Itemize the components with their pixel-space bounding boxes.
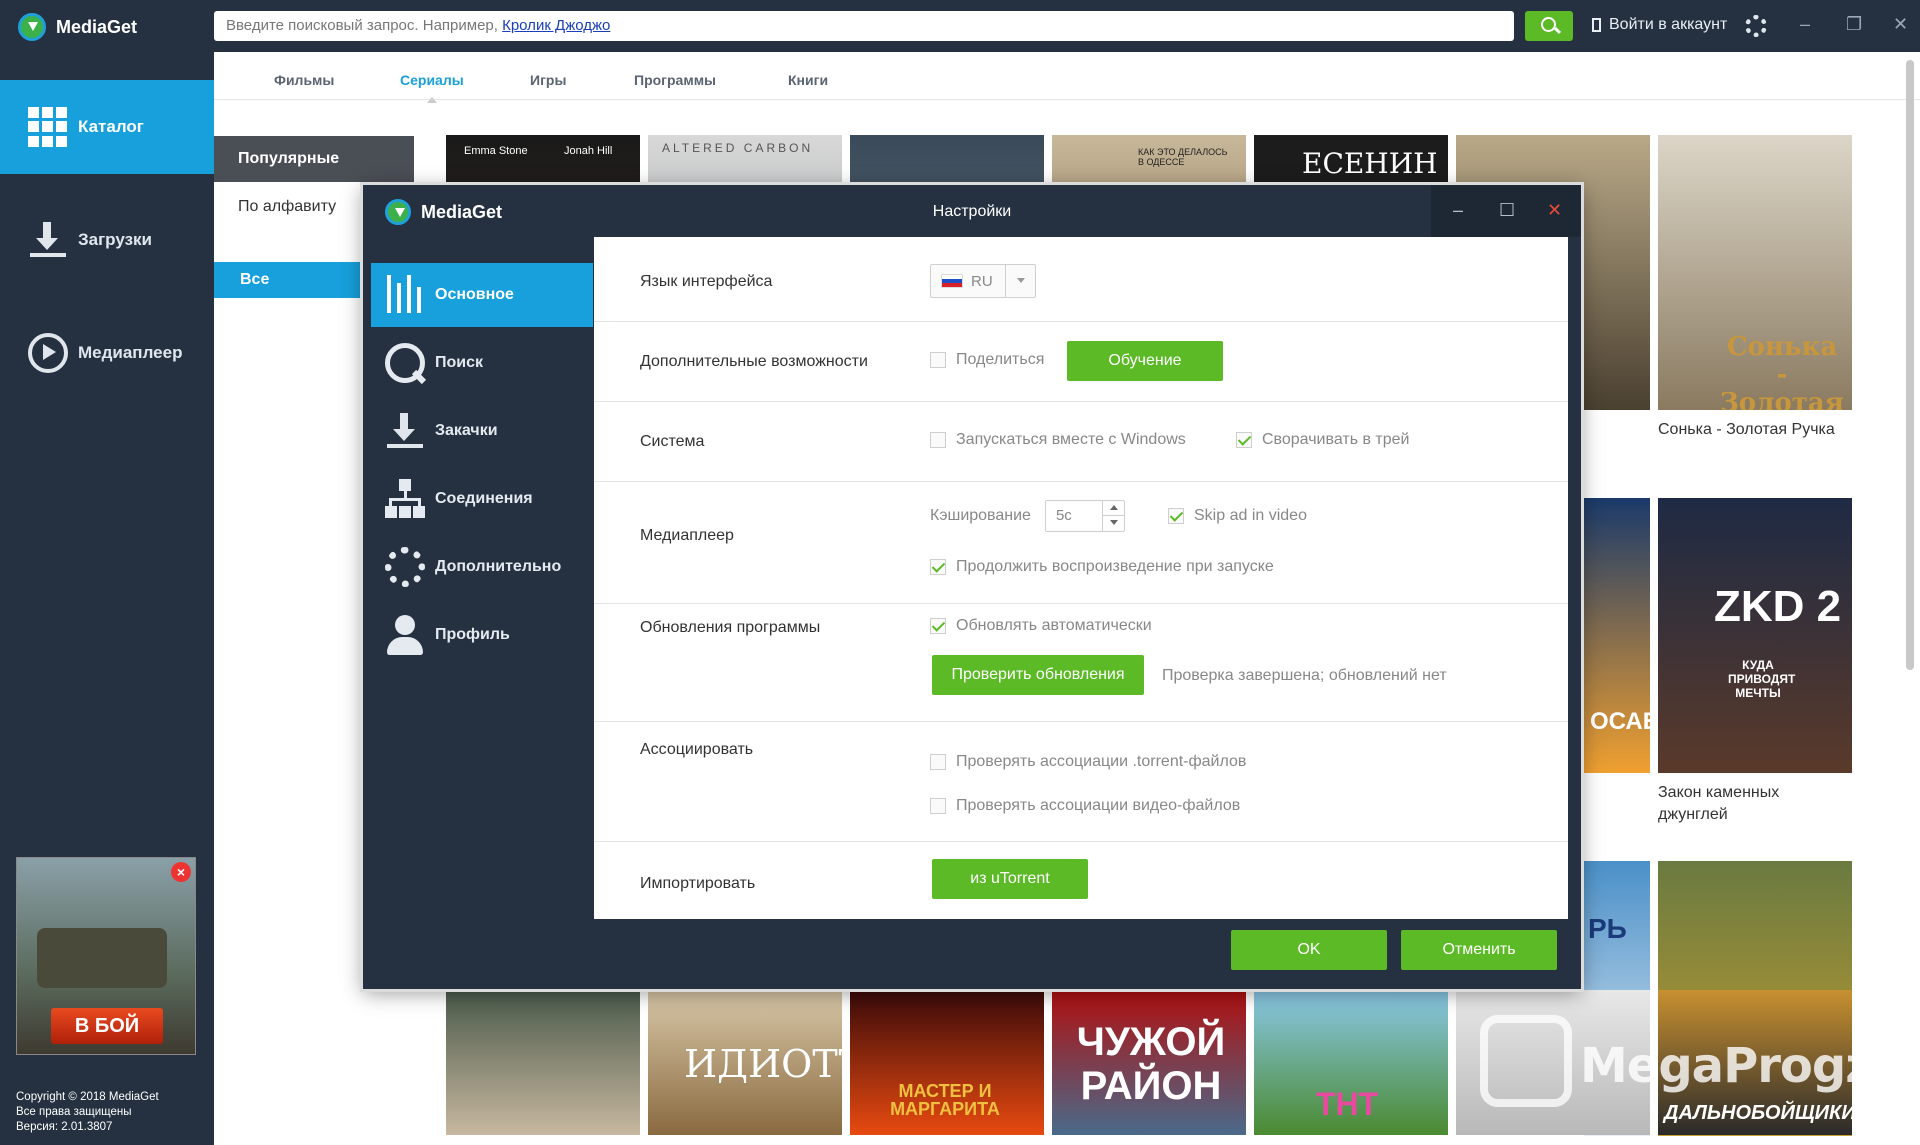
search-button[interactable]	[1525, 11, 1573, 41]
login-button[interactable]: Войти в аккаунт	[1592, 16, 1727, 34]
settings-nav-advanced[interactable]: Дополнительно	[371, 535, 593, 599]
extra-features-label: Дополнительные возможности	[640, 353, 868, 370]
caching-control: Кэширование 5с	[930, 500, 1125, 532]
copyright-text: Copyright © 2018 MediaGet Все права защи…	[16, 1091, 159, 1133]
close-icon[interactable]: ×	[171, 862, 191, 882]
play-icon	[28, 333, 68, 373]
user-icon	[385, 615, 425, 655]
settings-nav-general[interactable]: Основное	[371, 263, 593, 327]
sidebar-item-mediaplayer[interactable]: Медиаплеер	[0, 306, 214, 400]
settings-nav-search[interactable]: Поиск	[371, 331, 593, 395]
scrollbar[interactable]	[1906, 60, 1914, 670]
category-tabs: Фильмы Сериалы Игры Программы Книги	[214, 52, 1920, 103]
mediaplayer-label: Медиаплеер	[640, 527, 734, 544]
skip-ad-checkbox[interactable]: Skip ad in video	[1168, 507, 1307, 525]
app-name: MediaGet	[56, 16, 138, 37]
settings-nav-downloads[interactable]: Закачки	[371, 399, 593, 463]
auto-update-checkbox[interactable]: Обновлять автоматически	[930, 617, 1152, 635]
sidebar: MediaGet Каталог Загрузки Медиаплеер × В…	[0, 0, 214, 1145]
stepper-down-icon[interactable]	[1101, 516, 1124, 531]
search-input[interactable]: Введите поисковый запрос. Например, Крол…	[214, 11, 1514, 41]
associate-label: Ассоциировать	[640, 741, 754, 758]
search-icon	[385, 343, 425, 383]
check-updates-button[interactable]: Проверить обновления	[932, 655, 1144, 695]
poster-item[interactable]	[446, 990, 640, 1135]
poster-caption[interactable]: Закон каменных джунглей	[1658, 782, 1779, 826]
autostart-checkbox[interactable]: Запускаться вместе с Windows	[930, 431, 1186, 449]
assoc-video-checkbox[interactable]: Проверять ассоциации видео-файлов	[930, 797, 1240, 815]
language-select[interactable]: RU	[930, 264, 1036, 298]
russia-flag-icon	[941, 274, 963, 288]
language-label: Язык интерфейса	[640, 273, 773, 290]
poster-item[interactable]: ZKD 2 КУДА ПРИВОДЯТ МЕЧТЫ	[1658, 498, 1852, 773]
assoc-torrent-checkbox[interactable]: Проверять ассоциации .torrent-файлов	[930, 753, 1246, 771]
settings-panel: Язык интерфейса RU Дополнительные возмож…	[594, 237, 1568, 919]
poster-item[interactable]: ЧУЖОЙ РАЙОН	[1052, 990, 1246, 1135]
close-window-icon[interactable]: ✕	[1893, 14, 1908, 35]
ad-play-button[interactable]: В БОЙ	[51, 1008, 163, 1044]
poster-item[interactable]: ОСАЕ	[1584, 498, 1650, 773]
settings-nav-profile[interactable]: Профиль	[371, 603, 593, 667]
settings-dialog: MediaGet Настройки ‒ ☐ ✕ Основное Поиск …	[363, 185, 1581, 989]
minimize-to-tray-checkbox[interactable]: Сворачивать в трей	[1236, 431, 1409, 449]
network-icon	[385, 479, 425, 519]
chevron-down-icon	[1005, 265, 1035, 297]
resume-playback-checkbox[interactable]: Продолжить воспроизведение при запуске	[930, 558, 1274, 576]
equalizer-icon	[385, 275, 425, 315]
tank-image	[37, 928, 167, 988]
cancel-button[interactable]: Отменить	[1401, 930, 1557, 970]
ad-banner[interactable]: × В БОЙ	[16, 857, 196, 1055]
minimize-icon[interactable]: ‒	[1800, 14, 1810, 35]
download-icon	[28, 220, 68, 260]
settings-nav-connections[interactable]: Соединения	[371, 467, 593, 531]
tab-programs[interactable]: Программы	[634, 72, 716, 88]
sidebar-item-label: Каталог	[78, 117, 144, 136]
gear-icon	[385, 547, 425, 587]
import-label: Импортировать	[640, 875, 756, 892]
submenu-alphabetical[interactable]: По алфавиту	[238, 198, 336, 216]
poster-item[interactable]: ТНТ	[1254, 990, 1448, 1135]
gear-icon[interactable]	[1745, 15, 1767, 37]
grid-icon	[28, 107, 68, 147]
submenu-all[interactable]: Все	[214, 262, 364, 298]
mediaget-logo-icon	[18, 13, 46, 41]
app-logo[interactable]: MediaGet	[18, 12, 137, 42]
search-example-link[interactable]: Кролик Джоджо	[502, 17, 610, 34]
update-status: Проверка завершена; обновлений нет	[1162, 667, 1447, 684]
share-checkbox[interactable]: Поделиться	[930, 351, 1044, 369]
ok-button[interactable]: OK	[1231, 930, 1387, 970]
restore-icon[interactable]: ❐	[1846, 14, 1862, 35]
poster-item[interactable]: Сонька - Золотая Ручка	[1658, 135, 1852, 410]
import-utorrent-button[interactable]: из uTorrent	[932, 859, 1088, 899]
updates-label: Обновления программы	[640, 619, 821, 636]
poster-item[interactable]: МАСТЕР И МАРГАРИТА	[850, 990, 1044, 1135]
poster-caption[interactable]: Сонька - Золотая Ручка	[1658, 419, 1835, 441]
watermark: MegaProgz	[1480, 1010, 1873, 1130]
sidebar-item-label: Загрузки	[78, 230, 152, 249]
tab-movies[interactable]: Фильмы	[274, 72, 334, 88]
caching-stepper[interactable]: 5с	[1044, 500, 1125, 532]
watermark-icon	[1480, 1015, 1572, 1107]
dialog-window-controls: ‒ ☐ ✕	[1431, 185, 1581, 237]
sidebar-item-label: Медиаплеер	[78, 343, 183, 362]
sidebar-item-catalog[interactable]: Каталог	[0, 80, 214, 174]
dialog-close-icon[interactable]: ✕	[1547, 200, 1562, 221]
sidebar-item-downloads[interactable]: Загрузки	[0, 193, 214, 287]
tab-books[interactable]: Книги	[788, 72, 828, 88]
login-icon	[1592, 18, 1601, 32]
stepper-up-icon[interactable]	[1101, 501, 1124, 516]
download-icon	[385, 411, 425, 451]
dialog-maximize-icon[interactable]: ☐	[1499, 200, 1515, 221]
tab-series[interactable]: Сериалы	[400, 72, 464, 103]
submenu-popular[interactable]: Популярные	[214, 136, 414, 182]
system-label: Система	[640, 433, 705, 450]
poster-item[interactable]: ИДИОТЪ	[648, 990, 842, 1135]
tab-games[interactable]: Игры	[530, 72, 566, 88]
dialog-title: Настройки	[932, 203, 1012, 220]
tutorial-button[interactable]: Обучение	[1067, 341, 1223, 381]
dialog-minimize-icon[interactable]: ‒	[1453, 200, 1463, 221]
